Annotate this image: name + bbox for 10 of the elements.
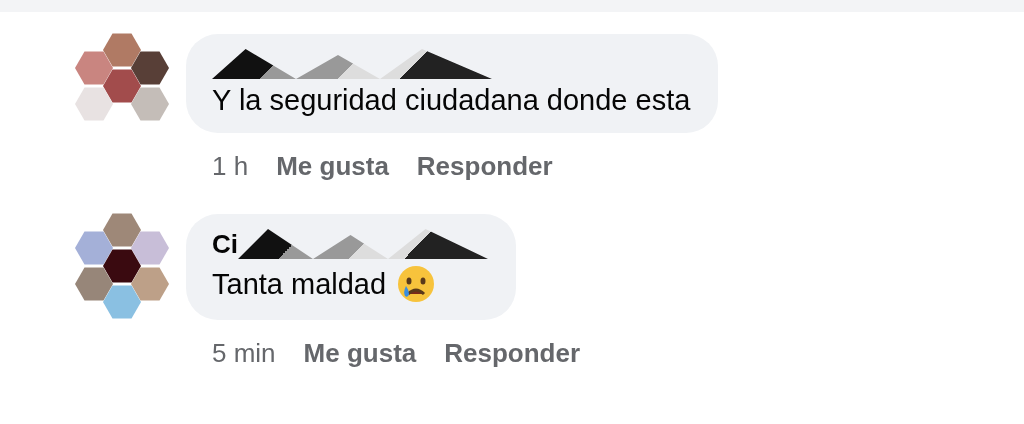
comment-time: 5 min (212, 338, 276, 369)
comment-text: Tanta maldad (212, 267, 387, 301)
comment-text: Y la seguridad ciudadana donde esta (212, 84, 691, 117)
comment-action-link[interactable]: Responder (444, 338, 581, 369)
author-name[interactable]: Ci (212, 228, 238, 260)
comment-action-link[interactable]: Me gusta (276, 151, 389, 182)
comment-time: 1 h (212, 151, 249, 182)
comment-action-link[interactable]: Me gusta (303, 338, 417, 369)
comment-action-link[interactable]: Responder (416, 151, 553, 182)
crying-face-icon (396, 264, 437, 304)
